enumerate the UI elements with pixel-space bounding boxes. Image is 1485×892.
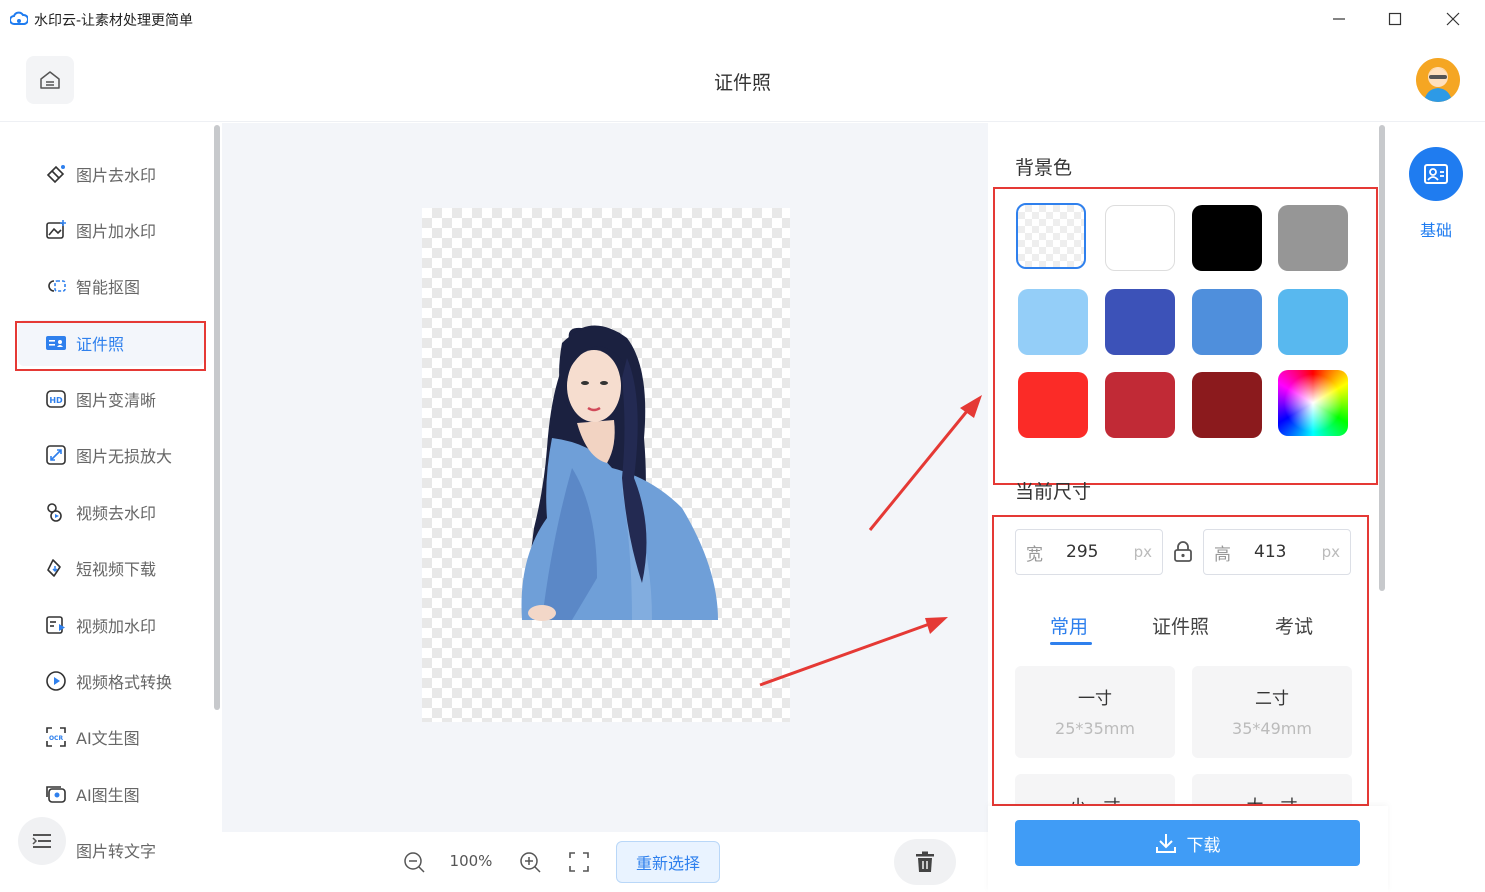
active-tab-indicator (1050, 642, 1092, 645)
swatch-light-blue[interactable] (1018, 289, 1088, 355)
size-card-two-inch[interactable]: 二寸 35*49mm (1192, 666, 1352, 758)
video-eraser-icon (44, 500, 68, 524)
sidebar-item-remove-watermark[interactable]: 图片去水印 (18, 151, 204, 197)
swatch-crimson[interactable] (1105, 372, 1175, 438)
photo-preview[interactable] (422, 208, 790, 722)
lock-icon[interactable] (1173, 541, 1193, 563)
window-title: 水印云-让素材处理更简单 (34, 13, 194, 29)
swatch-transparent[interactable] (1016, 203, 1086, 269)
close-icon[interactable] (1432, 4, 1474, 34)
sidebar-item-ai-text-to-image[interactable]: OCR AI文生图 (18, 714, 204, 760)
eraser-icon (44, 162, 68, 186)
sidebar-item-video-remove-watermark[interactable]: 视频去水印 (18, 489, 204, 535)
sidebar-item-label: 证件照 (76, 335, 125, 354)
maximize-icon[interactable] (1374, 4, 1416, 34)
ai-image-icon (44, 782, 68, 806)
tab-common[interactable]: 常用 (1050, 612, 1088, 639)
menu-icon (32, 834, 51, 848)
sidebar-item-video-convert[interactable]: 视频格式转换 (18, 658, 204, 704)
portrait-card-icon (1424, 164, 1448, 184)
portrait-image (521, 325, 718, 621)
video-add-icon (44, 613, 68, 637)
delete-button[interactable] (894, 839, 956, 885)
swatch-dark-red[interactable] (1192, 372, 1262, 438)
sidebar-item-label: 图片转文字 (76, 842, 157, 861)
background-color-title: 背景色 (1015, 157, 1073, 179)
image-add-icon (44, 218, 68, 242)
header: 证件照 (0, 38, 1485, 122)
sidebar-item-label: 短视频下载 (76, 560, 157, 579)
sidebar-item-label: 视频格式转换 (76, 673, 173, 692)
sidebar-item-id-photo[interactable]: 证件照 (18, 320, 204, 366)
sidebar-item-label: 视频去水印 (76, 504, 157, 523)
sidebar-item-label: 智能抠图 (76, 278, 141, 297)
sidebar-item-short-video-download[interactable]: 短视频下载 (18, 545, 204, 591)
sidebar-item-ai-image-to-image[interactable]: AI图生图 (18, 771, 204, 817)
sidebar-item-label: 图片无损放大 (76, 447, 173, 466)
page-title: 证件照 (713, 72, 771, 94)
sidebar-item-smart-cutout[interactable]: 智能抠图 (18, 263, 204, 309)
title-bar: 水印云-让素材处理更简单 (0, 0, 1485, 38)
sidebar-item-add-watermark[interactable]: 图片加水印 (18, 207, 204, 253)
svg-text:OCR: OCR (49, 735, 64, 742)
sidebar-item-video-add-watermark[interactable]: 视频加水印 (18, 602, 204, 648)
swatch-black[interactable] (1192, 205, 1262, 271)
hd-icon: HD (44, 387, 68, 411)
sidebar-item-lossless-enlarge[interactable]: 图片无损放大 (18, 432, 204, 478)
zoom-level: 100% (449, 852, 493, 870)
download-link-icon (44, 556, 68, 580)
canvas-toolbar (222, 832, 988, 892)
sidebar-item-label: 图片去水印 (76, 166, 157, 185)
sidebar-item-label: 图片加水印 (76, 222, 157, 241)
basic-tab-button[interactable] (1409, 147, 1463, 201)
size-card-one-inch[interactable]: 一寸 25*35mm (1015, 666, 1175, 758)
size-card-small-one-inch[interactable]: 小一寸 (1015, 774, 1175, 804)
cutout-icon (44, 274, 68, 298)
sidebar-item-label: AI图生图 (76, 786, 140, 805)
tab-id-photo[interactable]: 证件照 (1152, 612, 1209, 639)
sidebar-item-label: 图片变清晰 (76, 391, 157, 410)
zoom-in-icon[interactable] (518, 850, 542, 874)
svg-text:HD: HD (49, 396, 63, 405)
app-logo-icon (10, 11, 28, 25)
swatch-custom-color[interactable] (1278, 370, 1348, 436)
tab-exam[interactable]: 考试 (1275, 612, 1313, 639)
width-input[interactable]: 宽 295 px (1015, 529, 1163, 575)
swatch-dark-blue[interactable] (1105, 289, 1175, 355)
zoom-out-icon[interactable] (402, 850, 426, 874)
swatch-white[interactable] (1105, 205, 1175, 271)
download-icon (1155, 834, 1176, 853)
sidebar-scrollbar[interactable] (214, 125, 220, 710)
sidebar-item-label: AI文生图 (76, 729, 140, 748)
basic-tab-label: 基础 (1419, 221, 1452, 240)
fit-screen-icon[interactable] (567, 850, 591, 874)
swatch-gray[interactable] (1278, 205, 1348, 271)
id-card-icon (44, 331, 68, 355)
swatch-red[interactable] (1018, 372, 1088, 438)
avatar[interactable] (1416, 58, 1460, 102)
enlarge-icon (44, 443, 68, 467)
height-input[interactable]: 高 413 px (1203, 529, 1351, 575)
size-card-large-one-inch[interactable]: 大一寸 (1192, 774, 1352, 804)
reselect-button[interactable]: 重新选择 (616, 841, 720, 883)
panel-scrollbar[interactable] (1379, 125, 1385, 591)
menu-toggle-button[interactable] (18, 817, 66, 865)
sidebar-item-label: 视频加水印 (76, 617, 157, 636)
swatch-blue[interactable] (1192, 289, 1262, 355)
sidebar-item-hd[interactable]: HD 图片变清晰 (18, 376, 204, 422)
current-size-title: 当前尺寸 (1015, 481, 1092, 503)
download-button[interactable]: 下载 (1015, 820, 1360, 866)
sidebar: 图片去水印 图片加水印 智能抠图 证件照 HD 图片变清晰 图片无损放大 视频去… (0, 123, 222, 892)
ocr-icon: OCR (44, 725, 68, 749)
video-convert-icon (44, 669, 68, 693)
swatch-sky-blue[interactable] (1278, 289, 1348, 355)
minimize-icon[interactable] (1318, 4, 1360, 34)
trash-icon (916, 851, 934, 872)
